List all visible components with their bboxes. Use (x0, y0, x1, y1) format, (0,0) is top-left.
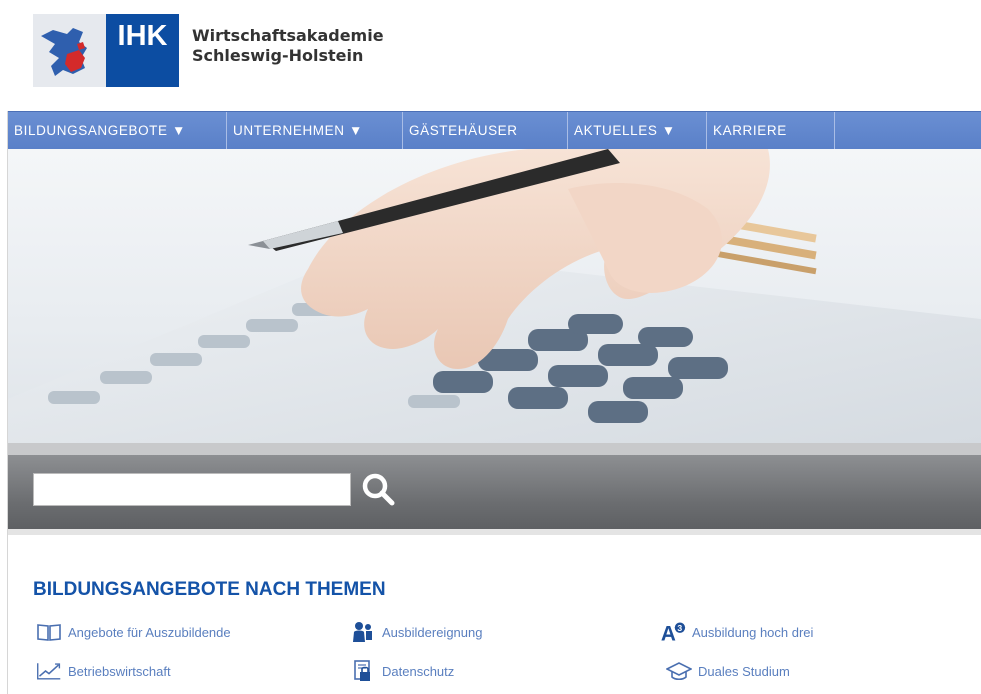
schleswig-holstein-map-icon (33, 14, 106, 87)
org-name: Wirtschaftsakademie Schleswig-Holstein (192, 26, 384, 66)
trainer-icon (350, 621, 376, 643)
nav-item-gaestehaeuser[interactable]: GÄSTEHÄUSER (403, 112, 568, 149)
site-header: IHK Wirtschaftsakademie Schleswig-Holste… (0, 0, 981, 111)
main-navigation: BILDUNGSANGEBOTE ▼ UNTERNEHMEN ▼ GÄSTEHÄ… (8, 111, 981, 149)
theme-label: Duales Studium (698, 663, 790, 679)
logo-abbrev: IHK (106, 14, 179, 87)
theme-link-betriebswirtschaft[interactable]: Betriebswirtschaft (36, 660, 171, 682)
svg-text:A: A (661, 623, 676, 644)
svg-text:3: 3 (677, 623, 682, 633)
theme-label: Ausbildereignung (382, 624, 483, 640)
nav-item-bildungsangebote[interactable]: BILDUNGSANGEBOTE ▼ (8, 112, 227, 149)
theme-label: Datenschutz (382, 663, 455, 679)
theme-link-datenschutz[interactable]: Datenschutz (350, 660, 454, 682)
hero-image (8, 149, 981, 443)
themes-heading: BILDUNGSANGEBOTE NACH THEMEN (33, 579, 386, 600)
trend-chart-icon (36, 660, 62, 682)
theme-label: Ausbildung hoch drei (692, 624, 814, 640)
theme-link-ausbildung-hoch-drei[interactable]: A 3 Ausbildung hoch drei (660, 621, 814, 644)
nav-item-unternehmen[interactable]: UNTERNEHMEN ▼ (227, 112, 403, 149)
search-band (8, 443, 981, 535)
ihk-logo[interactable]: IHK (33, 14, 179, 87)
graduation-cap-icon (666, 660, 692, 682)
nav-item-aktuelles[interactable]: AKTUELLES ▼ (568, 112, 707, 149)
org-name-line1: Wirtschaftsakademie (192, 26, 384, 45)
theme-link-duales-studium[interactable]: Duales Studium (666, 660, 790, 682)
hero-illustration (8, 149, 981, 443)
theme-label: Angebote für Auszubildende (68, 624, 231, 640)
theme-label: Betriebswirtschaft (68, 663, 171, 679)
theme-link-auszubildende[interactable]: Angebote für Auszubildende (36, 621, 231, 643)
a-cubed-icon: A 3 (660, 621, 686, 644)
nav-item-karriere[interactable]: KARRIERE (707, 112, 835, 149)
locked-document-icon (350, 660, 376, 682)
open-book-icon (36, 621, 62, 643)
nav-filler (835, 112, 981, 149)
search-button[interactable] (360, 471, 396, 507)
search-icon (362, 473, 395, 506)
org-name-line2: Schleswig-Holstein (192, 46, 364, 65)
search-input[interactable] (33, 473, 351, 506)
theme-link-ausbildereignung[interactable]: Ausbildereignung (350, 621, 482, 643)
